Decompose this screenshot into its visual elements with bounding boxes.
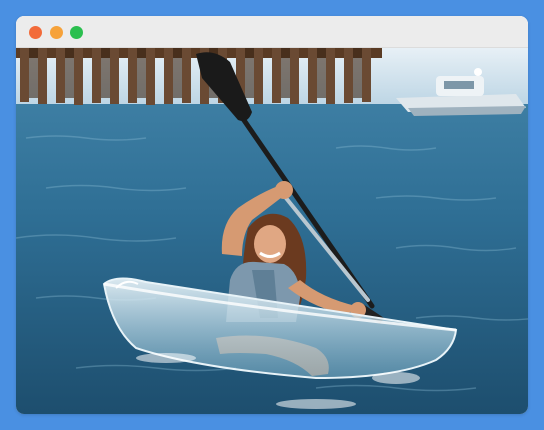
minimize-window-button[interactable] [50,26,63,39]
close-window-button[interactable] [29,26,42,39]
browser-window [16,16,528,414]
window-titlebar [16,16,528,48]
kayak-photo [16,48,528,414]
photo-viewport [16,48,528,414]
maximize-window-button[interactable] [70,26,83,39]
